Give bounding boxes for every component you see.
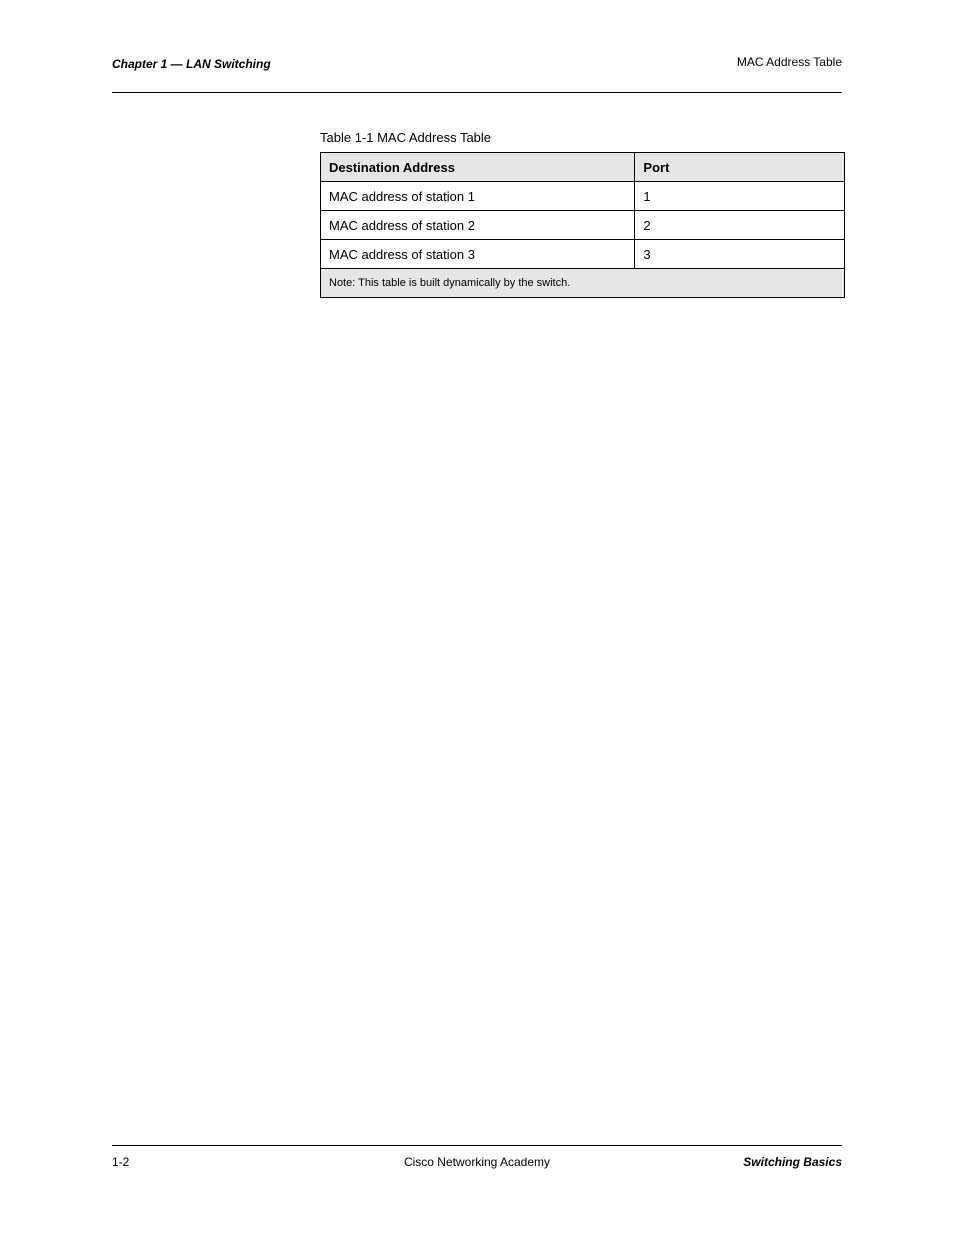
footer-right-text: Switching Basics [743, 1155, 842, 1169]
footer-center-text: Cisco Networking Academy [112, 1155, 842, 1169]
cell-destination: MAC address of station 3 [321, 240, 635, 269]
page-footer: 1-2 Cisco Networking Academy Switching B… [112, 1155, 842, 1185]
table-row: MAC address of station 1 1 [321, 182, 845, 211]
mac-address-table: Destination Address Port MAC address of … [320, 152, 845, 298]
table-row: MAC address of station 3 3 [321, 240, 845, 269]
footer-rule [112, 1145, 842, 1146]
cell-port: 2 [635, 211, 845, 240]
page-header: Chapter 1 — LAN Switching MAC Address Ta… [112, 55, 842, 85]
table-caption: Table 1-1 MAC Address Table [320, 130, 491, 145]
table-row: MAC address of station 2 2 [321, 211, 845, 240]
header-chapter-title: Chapter 1 — LAN Switching [112, 57, 271, 71]
header-rule [112, 92, 842, 93]
cell-destination: MAC address of station 2 [321, 211, 635, 240]
table-header-row: Destination Address Port [321, 153, 845, 182]
table-footnote: Note: This table is built dynamically by… [321, 269, 845, 298]
table-header-destination: Destination Address [321, 153, 635, 182]
cell-port: 3 [635, 240, 845, 269]
table-footnote-row: Note: This table is built dynamically by… [321, 269, 845, 298]
cell-destination: MAC address of station 1 [321, 182, 635, 211]
cell-port: 1 [635, 182, 845, 211]
header-section-title: MAC Address Table [737, 55, 842, 69]
table-header-port: Port [635, 153, 845, 182]
